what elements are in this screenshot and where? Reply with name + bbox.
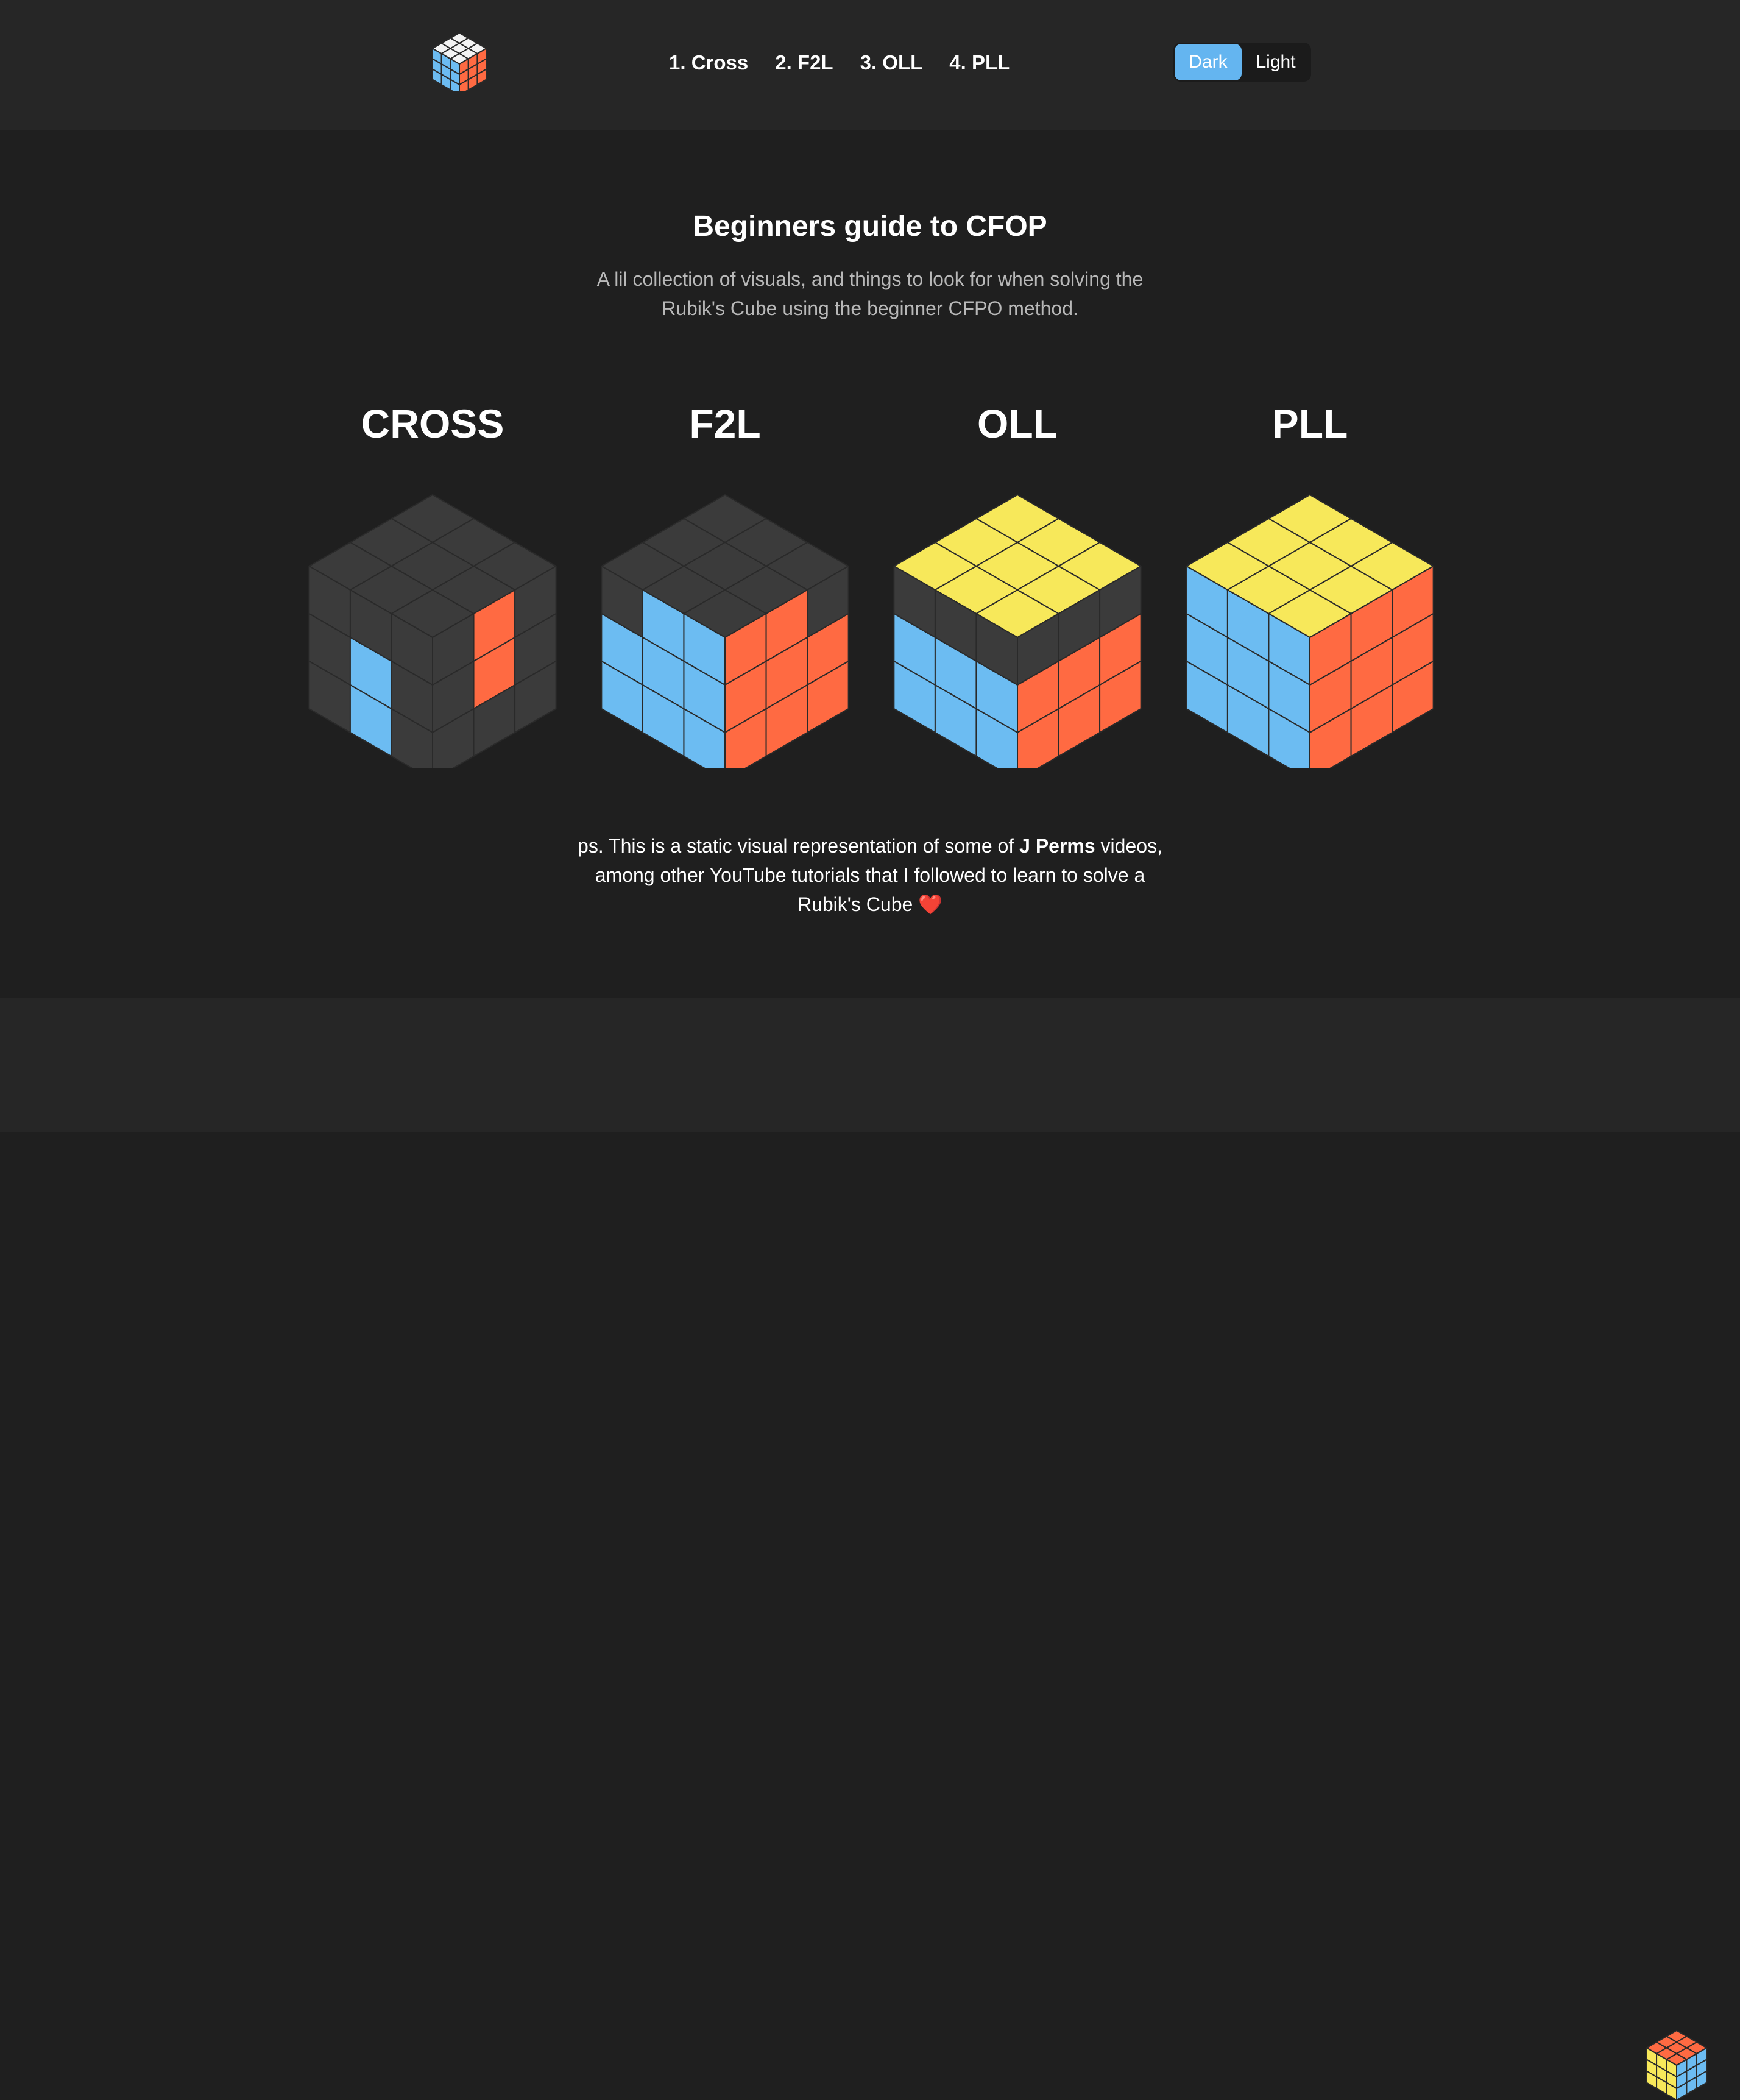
- oll-cube-illustration: [893, 481, 1142, 768]
- step-oll: OLL: [871, 396, 1164, 774]
- page-subtitle: A lil collection of visuals, and things …: [565, 264, 1175, 323]
- nav-link-oll[interactable]: 3. OLL: [860, 48, 923, 78]
- nav-link-cross[interactable]: 1. Cross: [669, 48, 748, 78]
- cube-logo-icon[interactable]: [432, 30, 487, 91]
- corner-cube-icon[interactable]: [1645, 2028, 1708, 2100]
- step-title-cross: CROSS: [286, 396, 579, 451]
- footer: [0, 998, 1740, 1132]
- page-title: Beginners guide to CFOP: [0, 210, 1740, 243]
- pll-cube-illustration: [1186, 481, 1434, 768]
- step-title-f2l: F2L: [579, 396, 871, 451]
- nav-link-pll[interactable]: 4. PLL: [949, 48, 1010, 78]
- theme-toggle: Dark Light: [1173, 43, 1311, 82]
- f2l-cube-illustration: [601, 481, 849, 768]
- cross-cube-illustration: [308, 481, 557, 768]
- author-link[interactable]: J Perms: [1019, 835, 1095, 857]
- header: 1. Cross 2. F2L 3. OLL 4. PLL Dark Light: [0, 0, 1740, 130]
- footnote: ps. This is a static visual representati…: [565, 831, 1175, 919]
- step-title-pll: PLL: [1164, 396, 1456, 451]
- step-f2l: F2L: [579, 396, 871, 774]
- dark-theme-button[interactable]: Dark: [1175, 44, 1242, 80]
- main-nav: 1. Cross 2. F2L 3. OLL 4. PLL: [669, 48, 1036, 78]
- footnote-prefix: ps. This is a static visual representati…: [578, 835, 1019, 857]
- step-cross: CROSS: [286, 396, 579, 774]
- light-theme-button[interactable]: Light: [1242, 44, 1310, 80]
- step-title-oll: OLL: [871, 396, 1164, 451]
- step-pll: PLL: [1164, 396, 1456, 774]
- nav-link-f2l[interactable]: 2. F2L: [775, 48, 833, 78]
